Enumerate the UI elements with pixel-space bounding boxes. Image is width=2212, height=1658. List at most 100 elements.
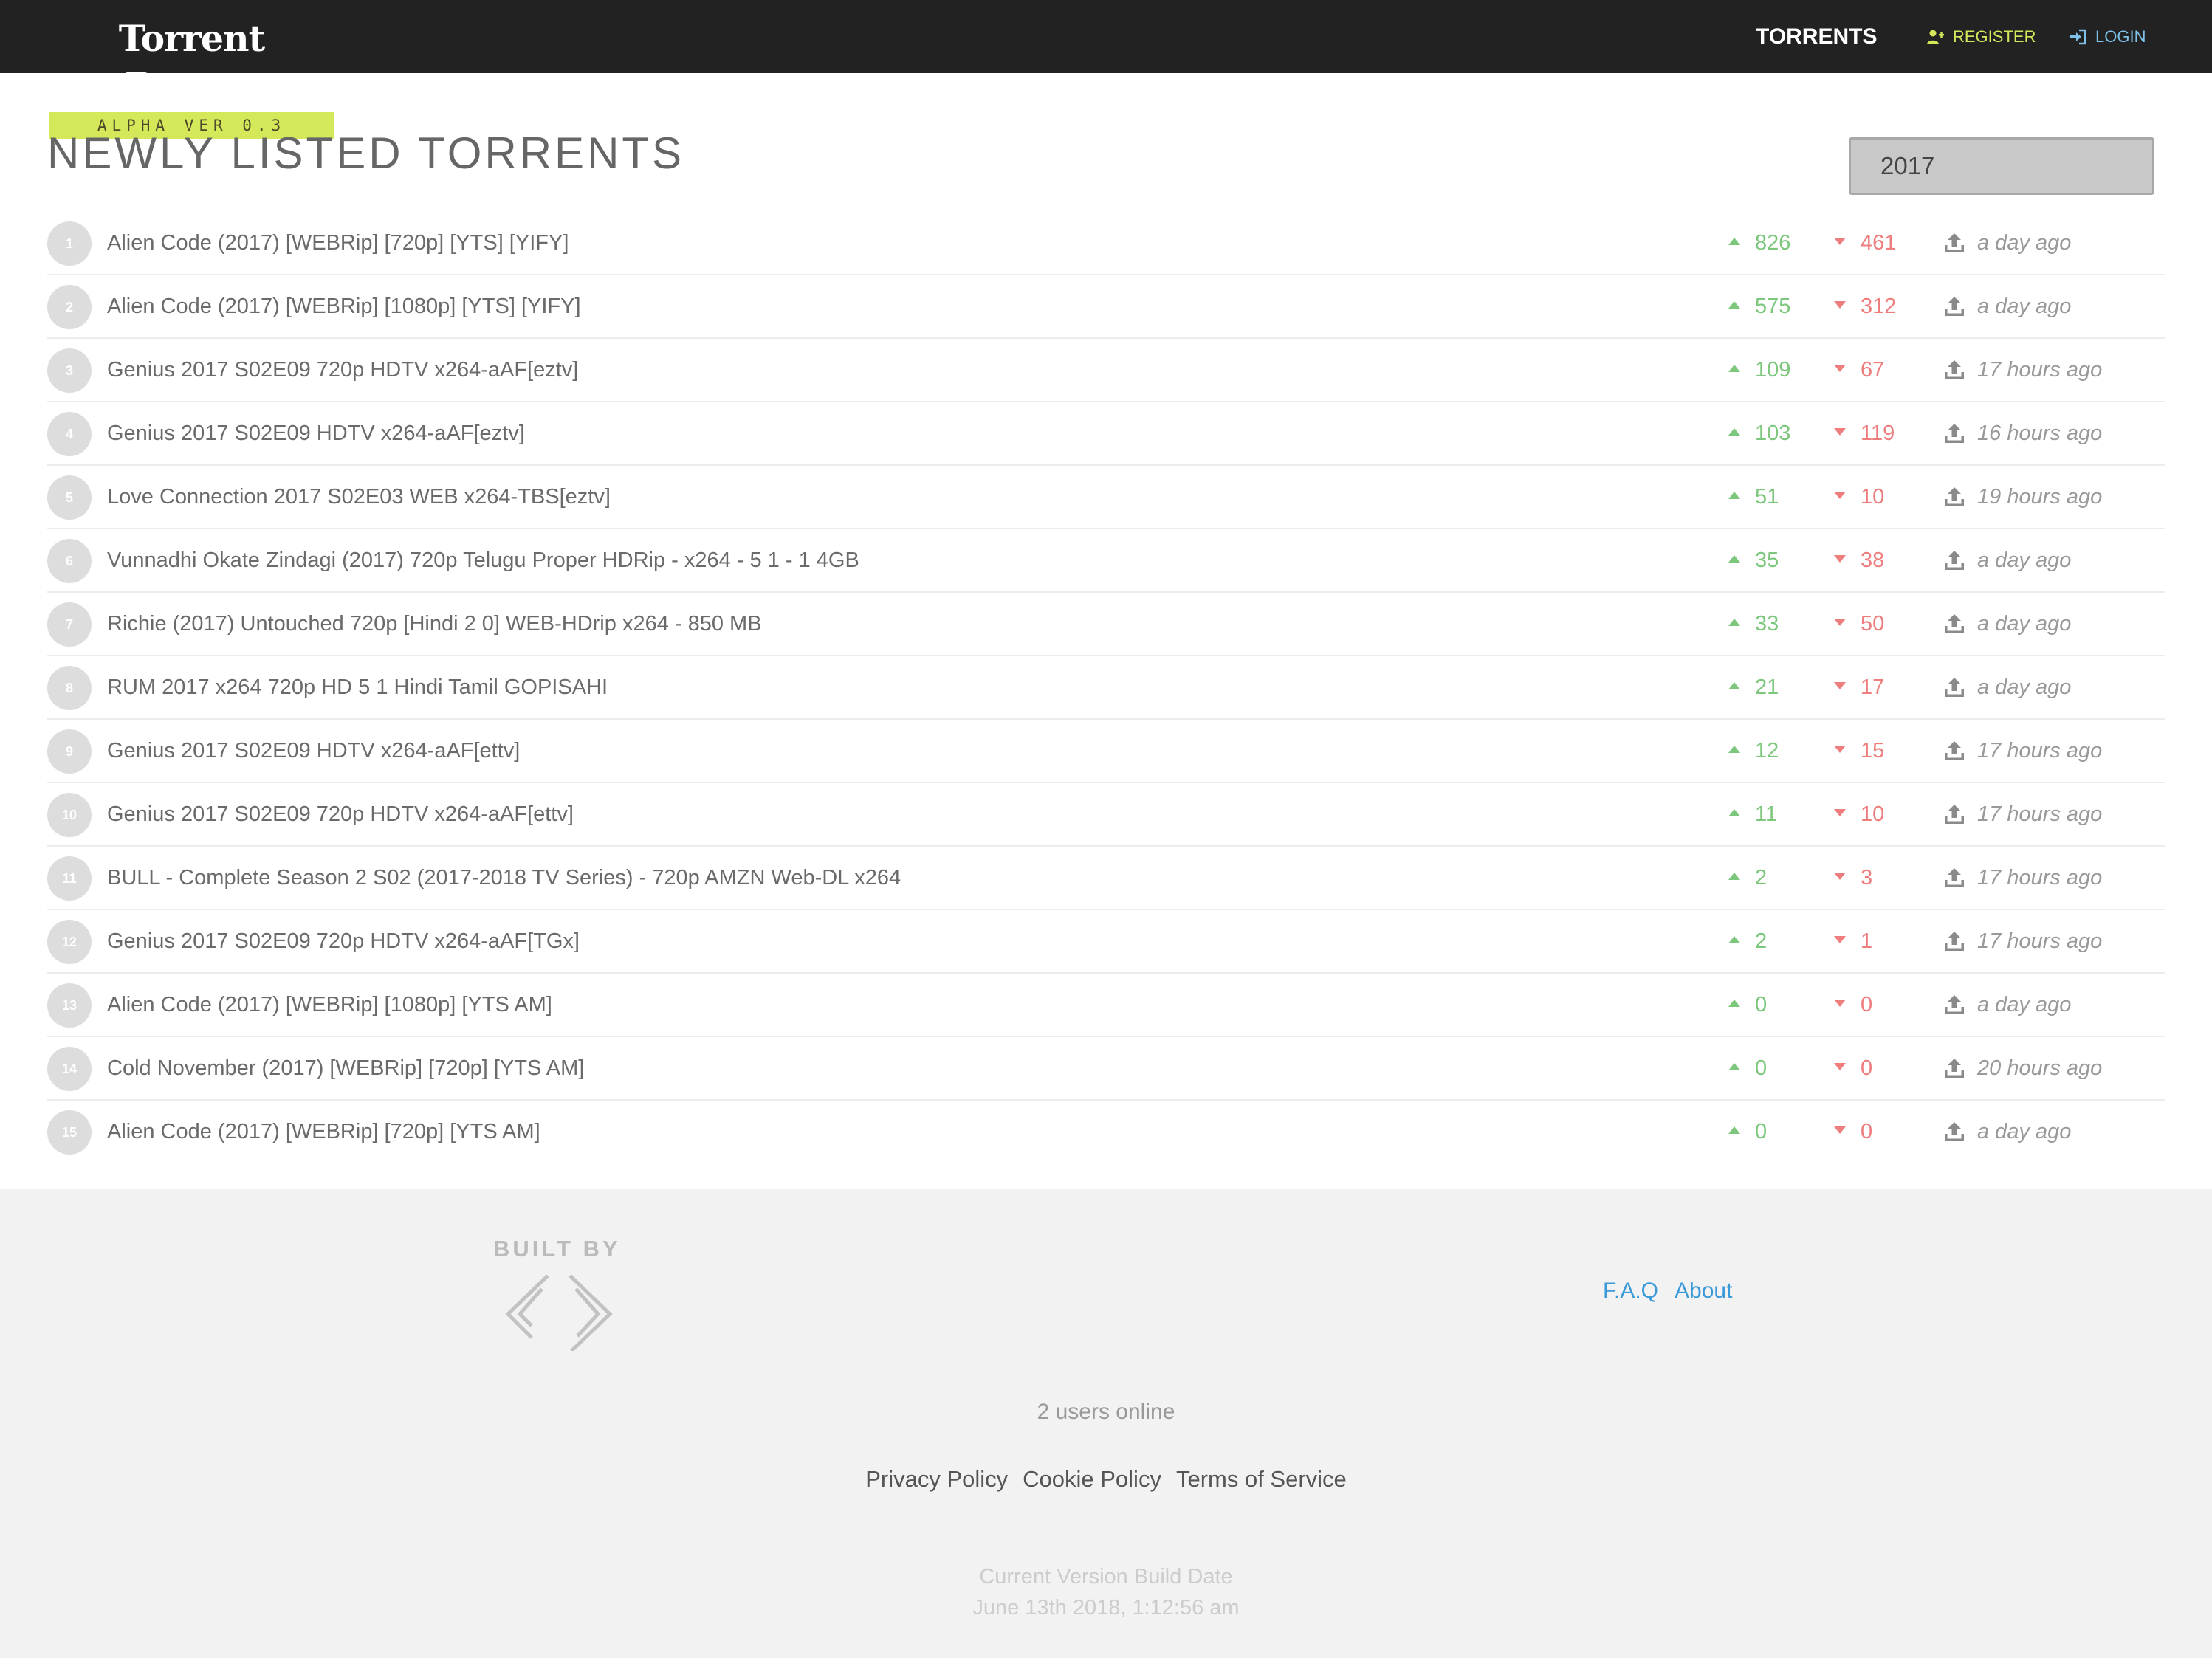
arrow-up-icon [1728, 238, 1740, 246]
privacy-policy-link[interactable]: Privacy Policy [865, 1466, 1008, 1493]
rank-badge: 6 [47, 539, 92, 583]
brand-title: Torrent Report [118, 17, 266, 107]
added-time: 19 hours ago [1977, 485, 2103, 509]
leechers-count: 1 [1834, 910, 1872, 972]
torrent-name-link[interactable]: Vunnadhi Okate Zindagi (2017) 720p Telug… [107, 529, 859, 591]
page-title: NEWLY LISTED TORRENTS [47, 128, 685, 178]
torrent-name-link[interactable]: Alien Code (2017) [WEBRip] [1080p] [YTS]… [107, 275, 581, 337]
rank-badge: 13 [47, 983, 92, 1028]
upload-icon [1945, 868, 1964, 887]
added-time: 17 hours ago [1977, 866, 2103, 890]
upload-icon [1945, 297, 1964, 316]
torrent-row: 3 Genius 2017 S02E09 720p HDTV x264-aAF[… [47, 339, 2165, 402]
rank-badge: 3 [47, 348, 92, 393]
add-user-icon [1927, 30, 1944, 44]
added-time: a day ago [1977, 675, 2072, 699]
arrow-up-icon [1728, 746, 1740, 754]
leechers-count: 17 [1834, 656, 1884, 718]
footer-nav: F.A.Q About [1603, 1279, 1732, 1304]
torrent-row: 7 Richie (2017) Untouched 720p [Hindi 2 … [47, 593, 2165, 656]
arrow-up-icon [1728, 365, 1740, 373]
torrent-name-link[interactable]: Genius 2017 S02E09 720p HDTV x264-aAF[ez… [107, 339, 578, 401]
terms-of-service-link[interactable]: Terms of Service [1176, 1466, 1347, 1493]
about-link[interactable]: About [1675, 1279, 1732, 1304]
added-time: 17 hours ago [1977, 802, 2103, 826]
torrent-name-link[interactable]: Alien Code (2017) [WEBRip] [720p] [YTS] … [107, 212, 569, 274]
torrent-row: 10 Genius 2017 S02E09 720p HDTV x264-aAF… [47, 783, 2165, 847]
upload-icon [1945, 932, 1964, 951]
torrent-name-link[interactable]: Richie (2017) Untouched 720p [Hindi 2 0]… [107, 593, 762, 655]
torrent-name-link[interactable]: BULL - Complete Season 2 S02 (2017-2018 … [107, 847, 901, 909]
arrow-down-icon [1834, 365, 1846, 373]
leechers-count: 38 [1834, 529, 1884, 591]
rank-badge: 12 [47, 920, 92, 964]
torrent-name-link[interactable]: Alien Code (2017) [WEBRip] [720p] [YTS A… [107, 1101, 540, 1163]
torrent-row: 4 Genius 2017 S02E09 HDTV x264-aAF[eztv]… [47, 402, 2165, 466]
seeders-count: 35 [1728, 529, 1779, 591]
leechers-count: 0 [1834, 1037, 1872, 1099]
faq-link[interactable]: F.A.Q [1603, 1279, 1658, 1304]
torrent-name-link[interactable]: Cold November (2017) [WEBRip] [720p] [YT… [107, 1037, 584, 1099]
upload-icon [1945, 360, 1964, 379]
upload-icon [1945, 1059, 1964, 1078]
torrent-row: 11 BULL - Complete Season 2 S02 (2017-20… [47, 847, 2165, 910]
arrow-down-icon [1834, 1000, 1846, 1008]
nav-login-link[interactable]: LOGIN [2069, 22, 2146, 52]
seeders-count: 0 [1728, 1101, 1767, 1163]
seeders-count: 0 [1728, 974, 1767, 1036]
torrent-name-link[interactable]: Genius 2017 S02E09 720p HDTV x264-aAF[TG… [107, 910, 580, 972]
leechers-count: 3 [1834, 847, 1872, 909]
leechers-count: 50 [1834, 593, 1884, 655]
torrent-name-link[interactable]: Alien Code (2017) [WEBRip] [1080p] [YTS … [107, 974, 552, 1036]
arrow-up-icon [1728, 619, 1740, 627]
torrent-row: 8 RUM 2017 x264 720p HD 5 1 Hindi Tamil … [47, 656, 2165, 720]
added-time: 17 hours ago [1977, 739, 2103, 763]
cookie-policy-link[interactable]: Cookie Policy [1023, 1466, 1161, 1493]
torrent-row: 1 Alien Code (2017) [WEBRip] [720p] [YTS… [47, 212, 2165, 275]
upload-icon [1945, 614, 1964, 633]
nav-register-link[interactable]: REGISTER [1926, 22, 2036, 52]
seeders-count: 0 [1728, 1037, 1767, 1099]
upload-icon [1945, 424, 1964, 443]
builder-code-logo-icon [505, 1274, 613, 1351]
seeders-count: 21 [1728, 656, 1779, 718]
arrow-up-icon [1728, 492, 1740, 500]
leechers-count: 312 [1834, 275, 1896, 337]
build-date-label: Current Version Build Date [979, 1565, 1233, 1589]
added-time: 20 hours ago [1977, 1056, 2103, 1080]
top-navbar: Torrent Report ALPHA VER 0.3 TORRENTS RE… [0, 0, 2212, 139]
torrent-row: 13 Alien Code (2017) [WEBRip] [1080p] [Y… [47, 974, 2165, 1037]
upload-icon [1945, 995, 1964, 1014]
footer: BUILT BY F.A.Q About 2 users online Priv… [0, 1189, 2212, 1658]
arrow-down-icon [1834, 301, 1846, 309]
arrow-down-icon [1834, 555, 1846, 563]
seeders-count: 109 [1728, 339, 1790, 401]
arrow-up-icon [1728, 301, 1740, 309]
torrent-name-link[interactable]: Genius 2017 S02E09 HDTV x264-aAF[ettv] [107, 720, 520, 782]
torrent-name-link[interactable]: Genius 2017 S02E09 720p HDTV x264-aAF[et… [107, 783, 574, 845]
seeders-count: 103 [1728, 402, 1790, 464]
added-time: 16 hours ago [1977, 422, 2103, 445]
sign-in-icon [2070, 29, 2086, 45]
added-time: a day ago [1977, 612, 2072, 636]
torrent-name-link[interactable]: Love Connection 2017 S02E03 WEB x264-TBS… [107, 466, 611, 528]
search-input[interactable] [1849, 137, 2154, 195]
torrent-row: 9 Genius 2017 S02E09 HDTV x264-aAF[ettv]… [47, 720, 2165, 783]
torrent-name-link[interactable]: Genius 2017 S02E09 HDTV x264-aAF[eztv] [107, 402, 525, 464]
upload-icon [1945, 741, 1964, 760]
arrow-down-icon [1834, 428, 1846, 436]
upload-icon [1945, 487, 1964, 506]
leechers-count: 461 [1834, 212, 1896, 274]
rank-badge: 2 [47, 285, 92, 329]
arrow-down-icon [1834, 873, 1846, 881]
seeders-count: 51 [1728, 466, 1779, 528]
rank-badge: 5 [47, 475, 92, 520]
seeders-count: 2 [1728, 847, 1767, 909]
rank-badge: 7 [47, 602, 92, 647]
brand-logo-link[interactable]: Torrent Report ALPHA VER 0.3 [49, 15, 334, 139]
nav-torrents-link[interactable]: TORRENTS [1756, 21, 1877, 53]
torrent-name-link[interactable]: RUM 2017 x264 720p HD 5 1 Hindi Tamil GO… [107, 656, 608, 718]
arrow-up-icon [1728, 809, 1740, 817]
arrow-up-icon [1728, 1000, 1740, 1008]
rank-badge: 8 [47, 666, 92, 710]
